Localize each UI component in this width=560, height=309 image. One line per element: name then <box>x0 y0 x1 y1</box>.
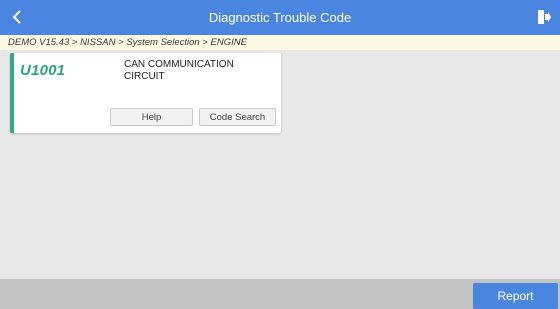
dtc-code: U1001 <box>20 62 66 79</box>
help-button[interactable]: Help <box>110 108 193 126</box>
bottom-bar: Report <box>0 279 560 309</box>
dtc-list: U1001 CAN COMMUNICATION CIRCUIT Help Cod… <box>0 50 560 279</box>
dtc-card: U1001 CAN COMMUNICATION CIRCUIT Help Cod… <box>10 53 281 133</box>
dtc-description: CAN COMMUNICATION CIRCUIT <box>124 59 234 82</box>
exit-icon <box>538 10 551 24</box>
dtc-accent-bar <box>10 53 14 133</box>
back-button[interactable] <box>4 2 30 32</box>
exit-button[interactable] <box>534 7 554 27</box>
title-bar: Diagnostic Trouble Code <box>0 0 560 35</box>
page-title: Diagnostic Trouble Code <box>208 10 352 25</box>
chevron-left-icon <box>12 10 21 24</box>
breadcrumb: DEMO V15.43 > NISSAN > System Selection … <box>0 35 560 50</box>
report-button[interactable]: Report <box>473 283 558 309</box>
code-search-button[interactable]: Code Search <box>199 108 276 126</box>
